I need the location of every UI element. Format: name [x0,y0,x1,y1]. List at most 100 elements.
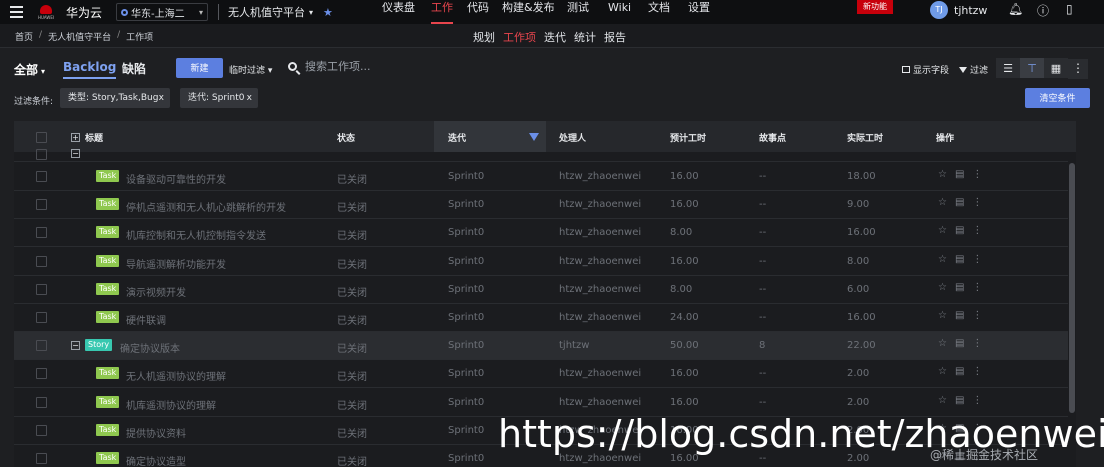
more-icon[interactable]: ⋮ [972,338,982,349]
scope-selector[interactable]: 全部 ▾ [14,61,45,78]
assignee-cell[interactable]: htzw_zhaoenwei [559,199,641,210]
bell-icon[interactable]: 🔔︎ [1008,2,1023,16]
more-icon[interactable]: ⋮ [1068,59,1088,79]
table-row[interactable]: Task 硬件联调 已关闭 Sprint0 htzw_zhaoenwei 24.00 -- 1… [14,304,1068,332]
device-icon[interactable]: ▯ [1066,2,1073,16]
table-row[interactable]: Task 设备驱动可靠性的开发 已关闭 Sprint0 htzw_zhaoenwei 16… [14,163,1068,191]
assignee-cell[interactable]: htzw_zhaoenwei [559,227,641,238]
row-checkbox[interactable] [36,396,47,408]
iteration-cell[interactable]: Sprint0 [448,453,484,464]
clear-conditions-button[interactable]: 清空条件 [1025,88,1090,108]
status-cell[interactable]: 已关闭 [337,227,367,242]
iteration-cell[interactable]: Sprint0 [448,227,484,238]
more-icon[interactable]: ⋮ [972,225,982,236]
nav-code[interactable]: 代码 [467,0,491,24]
work-item-title[interactable]: 确定协议造型 [126,453,186,467]
row-checkbox[interactable] [36,283,47,295]
col-assignee[interactable]: 处理人 [559,131,586,144]
status-cell[interactable]: 已关闭 [337,397,367,412]
assignee-cell[interactable]: htzw_zhaoenwei [559,256,641,267]
work-item-title[interactable]: 无人机遥测协议的理解 [126,368,226,383]
status-cell[interactable]: 已关闭 [337,368,367,383]
star-icon[interactable]: ☆ [938,310,947,321]
work-item-title[interactable]: 设备驱动可靠性的开发 [126,171,226,186]
more-icon[interactable]: ⋮ [972,282,982,293]
copy-icon[interactable]: ▤ [955,395,964,406]
copy-icon[interactable]: ▤ [955,197,964,208]
work-item-title[interactable]: 停机点遥测和无人机心跳解析的开发 [126,199,286,214]
more-icon[interactable]: ⋮ [972,169,982,180]
star-icon[interactable]: ☆ [938,169,947,180]
star-icon[interactable]: ☆ [938,254,947,265]
tab-reports[interactable]: 报告 [604,29,626,45]
project-selector[interactable]: 无人机值守平台 ▾ [228,4,313,20]
nav-work[interactable]: 工作 [431,0,453,24]
brand-name[interactable]: 华为云 [66,4,110,21]
row-checkbox[interactable] [36,255,47,267]
col-title[interactable]: 标题 [85,131,103,144]
iteration-cell[interactable]: Sprint0 [448,199,484,210]
tab-planning[interactable]: 规划 [473,29,495,45]
filter-button[interactable]: 过滤 [959,63,988,76]
star-icon[interactable]: ★ [323,6,333,19]
filter-chip-type[interactable]: 类型: Story,Task,Bug x [60,88,170,108]
collapse-icon[interactable]: − [71,149,80,158]
row-checkbox[interactable] [36,453,47,464]
iteration-cell[interactable]: Sprint0 [448,397,484,408]
col-actual-hours[interactable]: 实际工时 [847,131,883,144]
row-checkbox[interactable] [36,199,47,211]
copy-icon[interactable]: ▤ [955,254,964,265]
copy-icon[interactable]: ▤ [955,169,964,180]
row-checkbox[interactable] [36,149,47,160]
assignee-cell[interactable]: htzw_zhaoenwei [559,368,641,379]
col-estimated-hours[interactable]: 预计工时 [670,131,706,144]
nav-build-release[interactable]: 构建&发布 [502,0,557,24]
story-row[interactable]: − Story 确定协议版本 已关闭 Sprint0 tjhtzw 50.00 8 22.00 ☆… [14,332,1068,361]
nav-settings[interactable]: 设置 [688,0,712,24]
assignee-cell[interactable]: htzw_zhaoenwei [559,312,641,323]
assignee-cell[interactable]: htzw_zhaoenwei [559,397,641,408]
copy-icon[interactable]: ▤ [955,225,964,236]
nav-docs[interactable]: 文档 [648,0,672,24]
more-icon[interactable]: ⋮ [972,395,982,406]
star-icon[interactable]: ☆ [938,197,947,208]
status-cell[interactable]: 已关闭 [337,340,367,355]
status-cell[interactable]: 已关闭 [337,256,367,271]
user-menu[interactable]: TJ tjhtzw [930,0,987,20]
work-item-title[interactable]: 确定协议版本 [120,340,180,355]
more-icon[interactable]: ⋮ [972,197,982,208]
row-checkbox[interactable] [36,312,47,323]
star-icon[interactable]: ☆ [938,395,947,406]
work-item-title[interactable]: 提供协议资料 [126,425,186,440]
row-checkbox[interactable] [36,340,47,352]
filter-icon[interactable] [529,133,539,141]
copy-icon[interactable]: ▤ [955,310,964,321]
nav-dashboard[interactable]: 仪表盘 [382,0,418,24]
filter-chip-iteration[interactable]: 迭代: Sprint0 x [180,88,258,108]
expand-all-icon[interactable]: + [71,133,80,142]
new-feature-badge[interactable]: 新功能 [857,0,893,14]
assignee-cell[interactable]: tjhtzw [559,340,589,351]
more-icon[interactable]: ⋮ [972,310,982,321]
col-iteration[interactable]: 迭代 [448,131,466,144]
status-cell[interactable]: 已关闭 [337,284,367,299]
assignee-cell[interactable]: htzw_zhaoenwei [559,284,641,295]
search-input[interactable] [305,60,425,73]
breadcrumb-project[interactable]: 无人机值守平台 [48,30,111,43]
assignee-cell[interactable]: htzw_zhaoenwei [559,171,641,182]
nav-test[interactable]: 测试 [567,0,589,24]
status-cell[interactable]: 已关闭 [337,199,367,214]
table-row[interactable]: Task 演示视频开发 已关闭 Sprint0 htzw_zhaoenwei 8.00 --… [14,276,1068,304]
tab-defects[interactable]: 缺陷 [122,60,146,77]
huawei-logo[interactable]: HUAWEI [32,0,60,24]
star-icon[interactable]: ☆ [938,338,947,349]
iteration-cell[interactable]: Sprint0 [448,171,484,182]
menu-icon[interactable] [0,0,32,24]
status-cell[interactable]: 已关闭 [337,425,367,440]
status-cell[interactable]: 已关闭 [337,453,367,467]
tab-iterations[interactable]: 迭代 [544,29,566,45]
status-cell[interactable]: 已关闭 [337,171,367,186]
work-item-title[interactable]: 硬件联调 [126,312,166,327]
nav-wiki[interactable]: Wiki [608,0,632,24]
close-icon[interactable]: x [159,88,164,108]
